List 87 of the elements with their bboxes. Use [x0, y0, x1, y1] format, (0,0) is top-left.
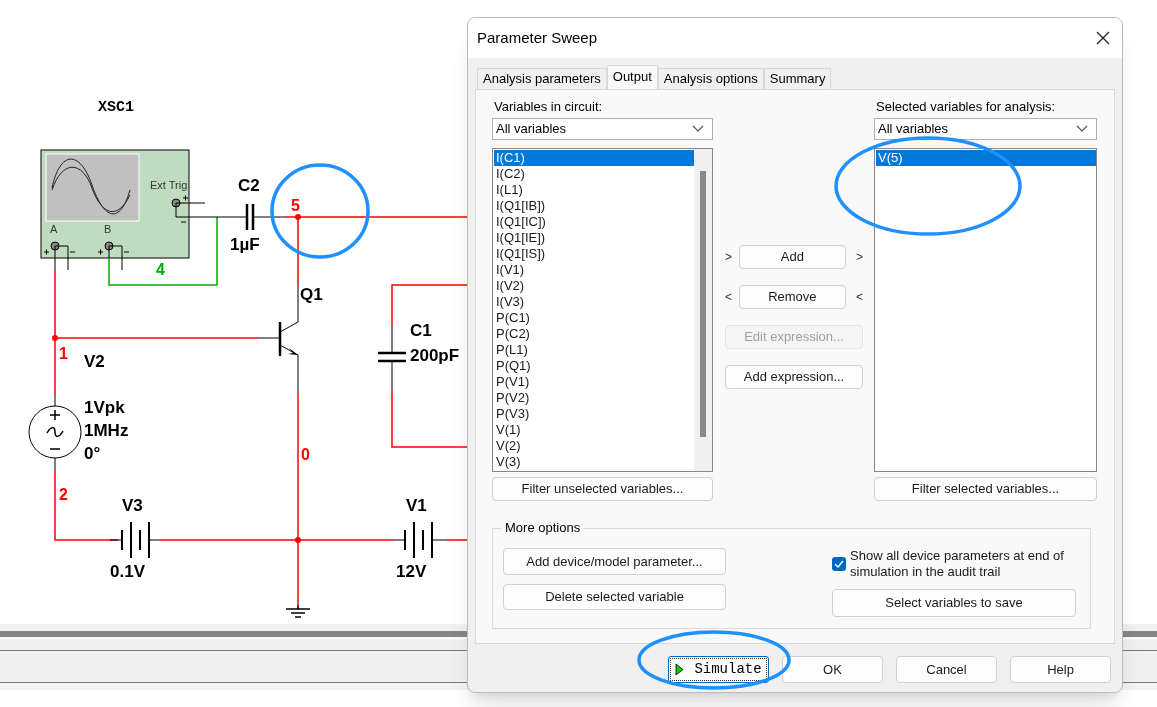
node-number: 2 [59, 487, 68, 503]
list-item[interactable]: P(V1) [494, 374, 694, 390]
play-icon [675, 663, 685, 676]
component-value: 12V [396, 563, 427, 580]
list-label: Variables in circuit: [493, 98, 604, 116]
tab[interactable]: Summary [763, 68, 832, 89]
dialog-button[interactable]: Cancel [896, 656, 997, 683]
check-icon [834, 560, 844, 568]
scrollbar[interactable] [694, 149, 712, 471]
component-label: C1 [410, 322, 432, 339]
pin-label: Ext Trig [150, 180, 188, 191]
checkbox[interactable] [832, 557, 846, 571]
close-icon[interactable] [1096, 31, 1110, 45]
dialog-button[interactable]: Add expression... [725, 365, 863, 389]
list-item[interactable]: P(L1) [494, 342, 694, 358]
list-item[interactable]: I(V1) [494, 262, 694, 278]
ground-icon [285, 604, 311, 618]
component-value: 0° [84, 445, 101, 462]
tab[interactable]: Analysis options [657, 68, 764, 89]
ac-source-icon [28, 394, 82, 471]
list-item[interactable]: I(C2) [494, 166, 694, 182]
component-label: V3 [122, 497, 143, 514]
list-item[interactable]: I(Q1[IE]) [494, 230, 694, 246]
dialog-button[interactable]: Remove [738, 285, 846, 309]
dialog-button[interactable]: Select variables to save [832, 589, 1076, 617]
capacitor-icon [376, 324, 408, 393]
list-item[interactable]: I(C1) [494, 150, 694, 166]
battery-icon [109, 521, 161, 559]
group-title: More options [501, 520, 585, 536]
component-label: V1 [406, 497, 427, 514]
list-item[interactable]: P(Q1) [494, 358, 694, 374]
dialog-button[interactable]: Filter unselected variables... [492, 477, 713, 501]
filter-dropdown[interactable]: All variables [492, 118, 713, 140]
junction-dot [295, 537, 301, 543]
instrument-label: XSC1 [98, 100, 134, 115]
dialog-button[interactable]: Help [1010, 656, 1111, 683]
list-item[interactable]: I(Q1[IB]) [494, 198, 694, 214]
dialog-button[interactable]: Delete selected variable [503, 584, 726, 610]
list-item[interactable]: I(Q1[IS]) [494, 246, 694, 262]
list-item[interactable]: V(3) [494, 454, 694, 470]
arrow-label: < [725, 289, 733, 306]
component-label: C2 [238, 177, 260, 194]
node-number: 4 [156, 262, 165, 278]
junction-dot [52, 335, 58, 341]
component-value: 1µF [230, 236, 260, 253]
chevron-down-icon [1076, 125, 1088, 133]
junction-dot [295, 214, 301, 220]
tab[interactable]: Analysis parameters [477, 68, 607, 89]
node-number: 0 [301, 447, 310, 463]
component-value: 200pF [410, 347, 460, 364]
list-item[interactable]: I(V3) [494, 294, 694, 310]
dialog-button[interactable]: Add device/model parameter... [503, 548, 726, 575]
list-item[interactable]: P(V3) [494, 406, 694, 422]
list-item[interactable]: P(C1) [494, 310, 694, 326]
node-number: 5 [291, 198, 300, 214]
component-value: 1Vpk [84, 399, 125, 416]
component-label: Q1 [300, 286, 323, 303]
capacitor-icon [204, 202, 286, 232]
arrow-label: > [856, 249, 863, 266]
dialog-button[interactable]: Add [738, 245, 846, 269]
arrow-label: < [856, 289, 863, 306]
checkbox-label: Show all device parameters at end of simulation in the audit trail [850, 548, 1065, 580]
list-item[interactable]: V(5) [876, 150, 1096, 166]
filter-dropdown[interactable]: All variables [874, 118, 1097, 140]
list-item[interactable]: I(Q1[IC]) [494, 214, 694, 230]
pin-label: A [50, 224, 58, 235]
dialog-button[interactable]: Filter selected variables... [874, 477, 1097, 501]
list-item[interactable]: V(2) [494, 438, 694, 454]
tab[interactable]: Output [606, 65, 658, 89]
window-title: Parameter Sweep [477, 27, 598, 48]
transistor-icon [257, 284, 299, 394]
component-value: 1MHz [84, 422, 129, 439]
dialog-button[interactable]: OK [782, 656, 883, 683]
chevron-down-icon [692, 125, 704, 133]
component-label: V2 [84, 353, 105, 370]
list-item[interactable]: I(V2) [494, 278, 694, 294]
list-item[interactable]: V(1) [494, 422, 694, 438]
simulate-button[interactable]: Simulate [668, 656, 769, 683]
list-item[interactable]: P(C2) [494, 326, 694, 342]
list-item[interactable]: I(L1) [494, 182, 694, 198]
arrow-label: > [725, 249, 733, 266]
node-number: 1 [59, 346, 68, 362]
list-item[interactable]: P(V2) [494, 390, 694, 406]
component-value: 0.1V [110, 563, 145, 580]
pin-label: B [104, 224, 112, 235]
list-label: Selected variables for analysis: [875, 98, 1057, 116]
battery-icon [392, 521, 448, 559]
